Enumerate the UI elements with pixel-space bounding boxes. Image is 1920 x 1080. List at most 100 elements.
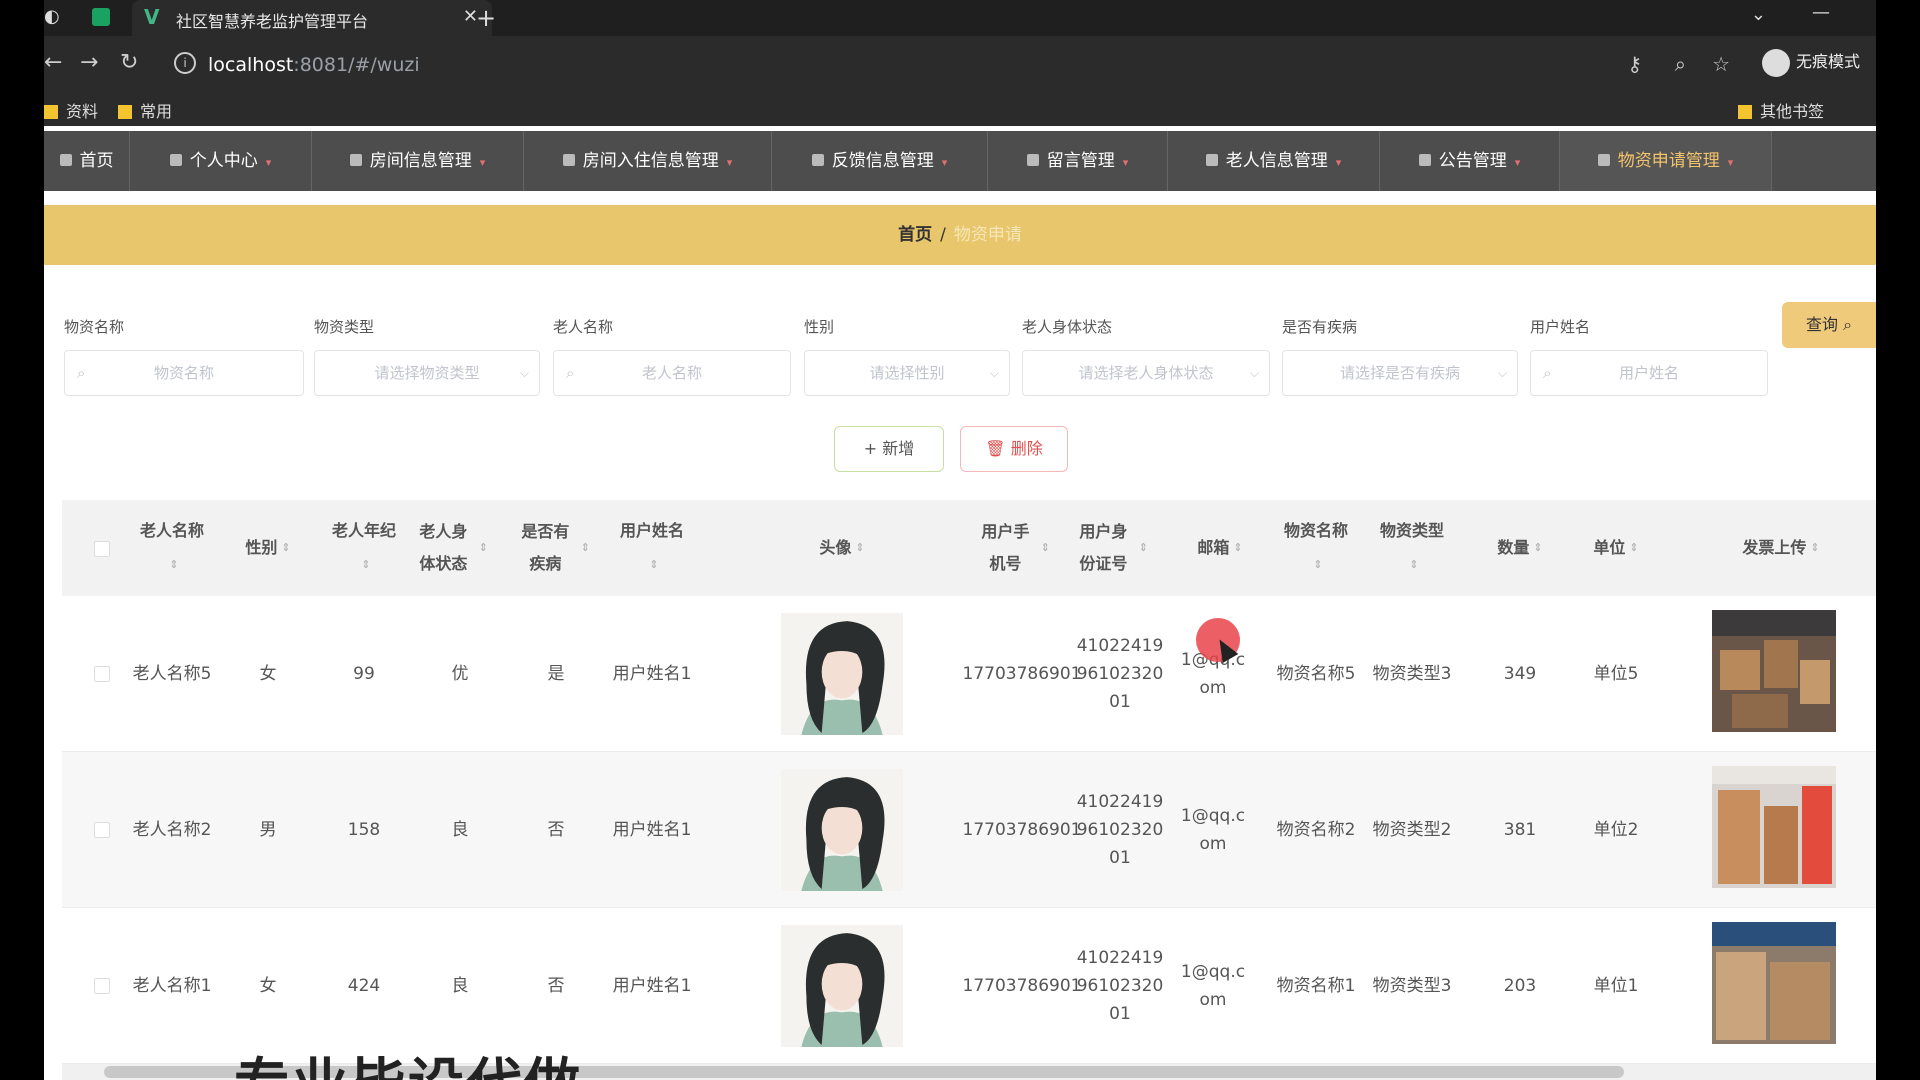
sort-icon[interactable]: ⇕	[855, 532, 864, 564]
sort-icon[interactable]: ⇕	[1629, 532, 1638, 564]
row-checkbox[interactable]	[94, 978, 110, 994]
sort-icon[interactable]: ⇕	[1409, 558, 1418, 571]
table-row[interactable]: 老人名称5 女 99 优 是 用户姓名1 17703786901 4102241…	[62, 596, 1876, 752]
col-label: 物资名称	[1283, 521, 1348, 540]
key-icon[interactable]: ⚷	[1627, 52, 1642, 76]
item-type-select[interactable]: 请选择物资类型 ⌵	[314, 350, 540, 396]
nav-item-rooms[interactable]: 房间信息管理 ▾	[312, 131, 524, 191]
item-name-input[interactable]: ⌕ 物资名称	[64, 350, 304, 396]
avatar-image[interactable]	[781, 768, 903, 891]
sort-icon[interactable]: ⇕	[361, 558, 370, 571]
query-button[interactable]: 查询 ⌕	[1782, 302, 1876, 348]
row-checkbox[interactable]	[94, 666, 110, 682]
col-idno[interactable]: 用户身份证号 ⇕	[1072, 500, 1148, 596]
col-elder-name[interactable]: 老人名称 ⇕	[124, 500, 220, 596]
sort-icon[interactable]: ⇕	[649, 558, 658, 571]
sort-icon[interactable]: ⇕	[1810, 532, 1819, 564]
url-path: :8081/#/wuzi	[293, 54, 420, 76]
cell-idno: 410224199610232001	[1076, 791, 1164, 868]
disease-select[interactable]: 请选择是否有疾病 ⌵	[1282, 350, 1518, 396]
nav-item-messages[interactable]: 留言管理 ▾	[988, 131, 1168, 191]
sort-icon[interactable]: ⇕	[1041, 532, 1050, 564]
invoice-image[interactable]	[1712, 610, 1836, 732]
nav-item-home[interactable]: 首页	[44, 131, 130, 191]
col-unit[interactable]: 单位 ⇕	[1568, 500, 1664, 596]
nav-item-profile[interactable]: 个人中心 ▾	[130, 131, 312, 191]
chevron-down-icon: ▾	[479, 156, 486, 169]
cell-unit: 单位1	[1593, 975, 1639, 996]
sort-icon[interactable]: ⇕	[479, 532, 488, 564]
cell-gender: 女	[259, 663, 277, 684]
site-info-icon[interactable]: i	[174, 52, 196, 74]
incognito-badge[interactable]: 无痕模式	[1761, 48, 1860, 77]
url-field[interactable]: i localhost:8081/#/wuzi	[168, 44, 1588, 84]
col-health[interactable]: 老人身体状态 ⇕	[412, 500, 488, 596]
health-select[interactable]: 请选择老人身体状态 ⌵	[1022, 350, 1270, 396]
tab-list-chevron-icon[interactable]: ⌄	[1751, 4, 1766, 25]
avatar-image[interactable]	[781, 612, 903, 735]
sort-icon[interactable]: ⇕	[1139, 532, 1148, 564]
add-button[interactable]: + 新增	[834, 426, 944, 472]
incognito-label: 无痕模式	[1795, 52, 1860, 71]
elder-name-input[interactable]: ⌕ 老人名称	[553, 350, 791, 396]
select-all-checkbox[interactable]	[94, 541, 110, 557]
cell-unit: 单位5	[1593, 663, 1639, 684]
user-name-input[interactable]: ⌕ 用户姓名	[1530, 350, 1768, 396]
bookmark-item[interactable]: 常用	[118, 98, 172, 122]
chevron-down-icon: ⌵	[989, 366, 999, 380]
cell-disease: 是	[547, 663, 565, 684]
row-checkbox[interactable]	[94, 822, 110, 838]
table-row[interactable]: 老人名称2 男 158 良 否 用户姓名1 17703786901 410224…	[62, 752, 1876, 908]
col-item-name[interactable]: 物资名称 ⇕	[1268, 500, 1364, 596]
search-label-gender: 性别	[804, 318, 835, 336]
col-disease[interactable]: 是否有疾病 ⇕	[514, 500, 590, 596]
sort-icon[interactable]: ⇕	[1313, 558, 1322, 571]
sort-icon[interactable]: ⇕	[1533, 532, 1542, 564]
col-user-name[interactable]: 用户姓名 ⇕	[604, 500, 700, 596]
search-icon: ⌕	[1543, 364, 1552, 382]
gender-select[interactable]: 请选择性别 ⌵	[804, 350, 1010, 396]
search-label-item-type: 物资类型	[314, 318, 375, 336]
active-tab[interactable]: V 社区智慧养老监护管理平台 ✕	[132, 0, 492, 36]
checkin-icon	[562, 154, 575, 166]
nav-item-feedback[interactable]: 反馈信息管理 ▾	[772, 131, 988, 191]
nav-label: 反馈信息管理	[831, 151, 934, 171]
cell-idno: 410224199610232001	[1076, 635, 1164, 712]
nav-item-notices[interactable]: 公告管理 ▾	[1380, 131, 1560, 191]
col-gender[interactable]: 性别 ⇕	[220, 500, 316, 596]
sort-icon[interactable]: ⇕	[169, 558, 178, 571]
avatar-image[interactable]	[781, 924, 903, 1047]
col-invoice[interactable]: 发票上传 ⇕	[1706, 500, 1856, 596]
cell-phone: 17703786901	[962, 663, 1082, 684]
new-tab-icon[interactable]: +	[476, 4, 496, 32]
breadcrumb-home[interactable]: 首页	[898, 225, 932, 245]
col-item-type[interactable]: 物资类型 ⇕	[1364, 500, 1460, 596]
col-avatar[interactable]: 头像 ⇕	[742, 500, 942, 596]
sheet-tab-icon[interactable]	[92, 8, 110, 26]
invoice-image[interactable]	[1712, 766, 1836, 888]
chevron-down-icon: ▾	[1727, 156, 1734, 169]
col-qty[interactable]: 数量 ⇕	[1472, 500, 1568, 596]
nav-label: 留言管理	[1046, 151, 1115, 171]
zoom-icon[interactable]: ⌕	[1675, 52, 1686, 76]
col-email[interactable]: 邮箱 ⇕	[1172, 500, 1268, 596]
col-phone[interactable]: 用户手机号 ⇕	[974, 500, 1050, 596]
sort-icon[interactable]: ⇕	[281, 532, 290, 564]
minimize-icon[interactable]: —	[1812, 2, 1830, 23]
nav-item-elderly[interactable]: 老人信息管理 ▾	[1168, 131, 1380, 191]
star-icon[interactable]: ☆	[1712, 52, 1730, 76]
sort-icon[interactable]: ⇕	[1233, 532, 1242, 564]
col-age[interactable]: 老人年纪 ⇕	[316, 500, 412, 596]
delete-button[interactable]: 🗑 删除	[960, 426, 1068, 472]
sort-icon[interactable]: ⇕	[581, 532, 590, 564]
cell-phone: 17703786901	[962, 819, 1082, 840]
other-bookmarks[interactable]: 其他书签	[1738, 98, 1824, 122]
nav-item-checkin[interactable]: 房间入住信息管理 ▾	[524, 131, 772, 191]
back-icon[interactable]: ←	[44, 50, 62, 75]
forward-icon[interactable]: →	[80, 50, 98, 75]
reload-icon[interactable]: ↻	[120, 50, 138, 75]
folder-icon	[44, 105, 58, 119]
bookmark-item[interactable]: 资料	[44, 98, 98, 122]
invoice-image[interactable]	[1712, 922, 1836, 1044]
nav-item-supplies[interactable]: 物资申请管理 ▾	[1560, 131, 1772, 191]
